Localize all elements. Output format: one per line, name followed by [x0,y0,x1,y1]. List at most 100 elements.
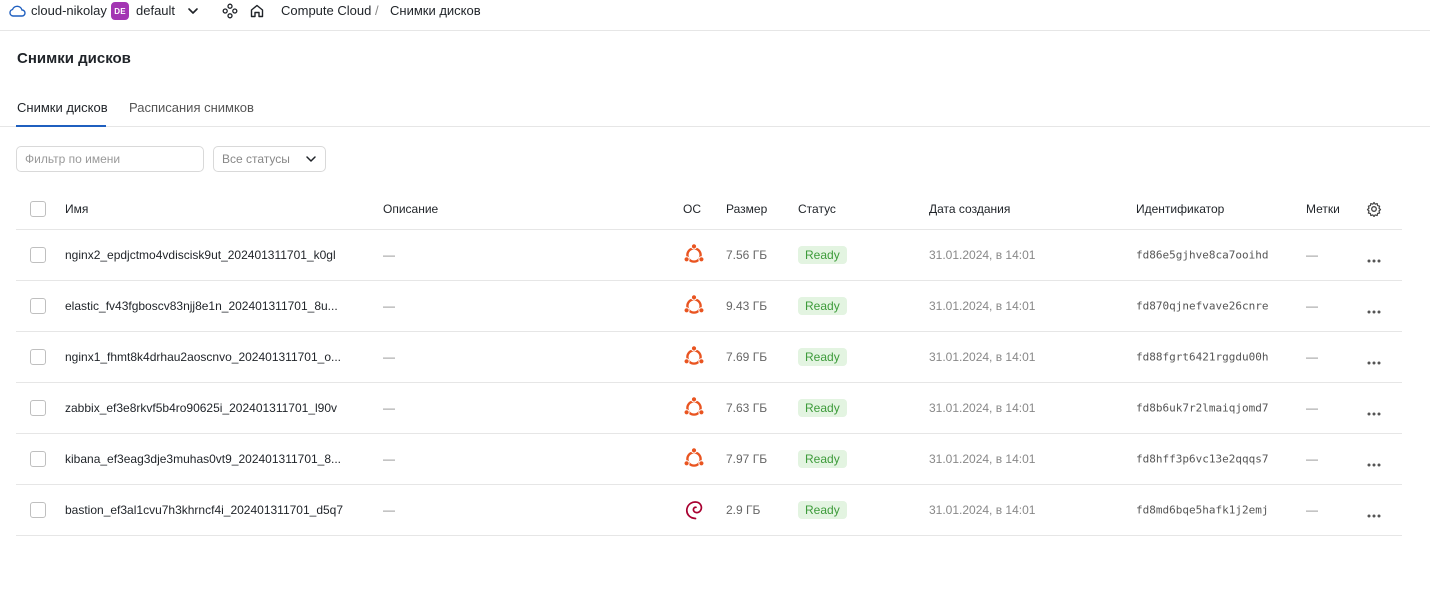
snapshot-name[interactable]: nginx1_fhmt8k4drhau2aoscnvo_202401311701… [65,350,341,364]
snapshot-labels: — [1306,248,1318,262]
name-filter-input[interactable] [16,146,204,172]
tabs: Снимки дисков Расписания снимков [0,96,1430,127]
row-checkbox[interactable] [30,502,46,518]
status-badge-label: Ready [798,399,847,417]
table-row[interactable]: zabbix_ef3e8rkvf5b4ro90625i_202401311701… [16,383,1402,434]
table-row[interactable]: bastion_ef3al1cvu7h3khrncf4i_20240131170… [16,485,1402,536]
column-header-size[interactable]: Размер [726,202,767,216]
table-row[interactable]: nginx2_epdjctmo4vdiscisk9ut_202401311701… [16,230,1402,281]
table-row[interactable]: elastic_fv43fgboscv83njj8e1n_20240131170… [16,281,1402,332]
status-badge-label: Ready [798,246,847,264]
cloud-icon [9,5,26,17]
column-header-created[interactable]: Дата создания [929,202,1010,216]
column-header-description: Описание [383,201,439,216]
snapshot-created-date: 31.01.2024, в 14:01 [929,452,1036,466]
column-header-id[interactable]: Идентификатор [1136,202,1224,216]
snapshot-created-date: 31.01.2024, в 14:01 [929,401,1036,415]
snapshot-size: 7.56 ГБ [726,248,768,262]
status-badge-label: Ready [798,348,847,366]
snapshot-size: 7.63 ГБ [726,401,768,415]
row-checkbox[interactable] [30,400,46,416]
table-row[interactable]: kibana_ef3eag3dje3muhas0vt9_202401311701… [16,434,1402,485]
snapshot-name[interactable]: nginx2_epdjctmo4vdiscisk9ut_202401311701… [65,248,336,262]
snapshot-id: fd8md6bqe5hafk1j2emj [1136,503,1269,517]
snapshot-description: — [383,350,395,364]
cloud-name[interactable]: cloud-nikolay [31,3,107,18]
table-header: Имя Описание ОС Размер Статус Дата созда… [16,188,1402,230]
snapshot-name[interactable]: zabbix_ef3e8rkvf5b4ro90625i_202401311701… [65,401,337,415]
snapshot-labels: — [1306,401,1318,415]
snapshot-labels: — [1306,452,1318,466]
more-actions-icon[interactable] [1366,456,1382,467]
row-checkbox[interactable] [30,349,46,365]
row-checkbox[interactable] [30,451,46,467]
snapshot-id: fd86e5gjhve8ca7ooihd [1136,248,1269,262]
snapshot-id: fd8b6uk7r2lmaiqjomd7 [1136,401,1269,415]
tab-snapshot-schedules[interactable]: Расписания снимков [129,100,254,115]
more-actions-icon[interactable] [1366,354,1382,365]
row-checkbox[interactable] [30,247,46,263]
snapshot-labels: — [1306,503,1318,517]
status-badge-label: Ready [798,501,847,519]
status-badge: Ready [798,297,847,315]
folder-badge: DE [111,2,129,20]
snapshot-size: 2.9 ГБ [726,503,761,517]
snapshot-description: — [383,503,395,517]
snapshot-description: — [383,401,395,415]
tab-disk-snapshots[interactable]: Снимки дисков [17,100,108,115]
snapshot-id: fd870qjnefvave26cnre [1136,299,1269,313]
status-badge: Ready [798,246,847,264]
row-checkbox[interactable] [30,298,46,314]
column-header-labels: Метки [1306,201,1340,216]
snapshot-created-date: 31.01.2024, в 14:01 [929,299,1036,313]
breadcrumb-current: Снимки дисков [390,3,481,18]
gear-icon[interactable] [1366,201,1382,217]
ubuntu-icon [682,447,706,471]
snapshot-description: — [383,452,395,466]
home-icon[interactable] [249,3,265,19]
page-title: Снимки дисков [17,50,131,67]
ubuntu-icon [682,294,706,318]
snapshot-id: fd88fgrt6421rggdu00h [1136,350,1269,364]
top-bar: cloud-nikolay DE default Compute Cloud /… [0,0,1430,31]
table-row[interactable]: nginx1_fhmt8k4drhau2aoscnvo_202401311701… [16,332,1402,383]
services-icon[interactable] [222,3,238,19]
snapshot-name[interactable]: kibana_ef3eag3dje3muhas0vt9_202401311701… [65,452,341,466]
status-badge: Ready [798,348,847,366]
snapshot-description: — [383,299,395,313]
snapshot-size: 9.43 ГБ [726,299,768,313]
snapshot-created-date: 31.01.2024, в 14:01 [929,503,1036,517]
status-filter-select[interactable]: Все статусы [213,146,326,172]
chevron-down-icon [306,156,316,162]
column-header-status[interactable]: Статус [798,202,836,216]
more-actions-icon[interactable] [1366,303,1382,314]
select-all-checkbox[interactable] [30,200,46,217]
snapshot-created-date: 31.01.2024, в 14:01 [929,248,1036,262]
ubuntu-icon [682,243,706,267]
column-header-os: ОС [683,201,701,216]
status-badge: Ready [798,501,847,519]
status-badge-label: Ready [798,450,847,468]
snapshots-table: Имя Описание ОС Размер Статус Дата созда… [16,188,1402,536]
breadcrumb-compute-cloud[interactable]: Compute Cloud [281,3,371,18]
snapshot-name[interactable]: bastion_ef3al1cvu7h3khrncf4i_20240131170… [65,503,343,517]
more-actions-icon[interactable] [1366,405,1382,416]
active-tab-indicator [16,125,106,127]
ubuntu-icon [682,345,706,369]
status-badge: Ready [798,399,847,417]
snapshot-id: fd8hff3p6vc13e2qqqs7 [1136,452,1269,466]
snapshot-created-date: 31.01.2024, в 14:01 [929,350,1036,364]
more-actions-icon[interactable] [1366,252,1382,263]
more-actions-icon[interactable] [1366,507,1382,518]
snapshot-description: — [383,248,395,262]
chevron-down-icon[interactable] [186,5,200,17]
debian-icon [682,498,706,522]
breadcrumb-separator: / [375,3,379,18]
column-header-name[interactable]: Имя [65,202,88,216]
status-filter-value: Все статусы [222,152,290,166]
snapshot-name[interactable]: elastic_fv43fgboscv83njj8e1n_20240131170… [65,299,338,313]
folder-name[interactable]: default [136,3,175,18]
status-badge-label: Ready [798,297,847,315]
snapshot-size: 7.69 ГБ [726,350,768,364]
snapshot-size: 7.97 ГБ [726,452,768,466]
